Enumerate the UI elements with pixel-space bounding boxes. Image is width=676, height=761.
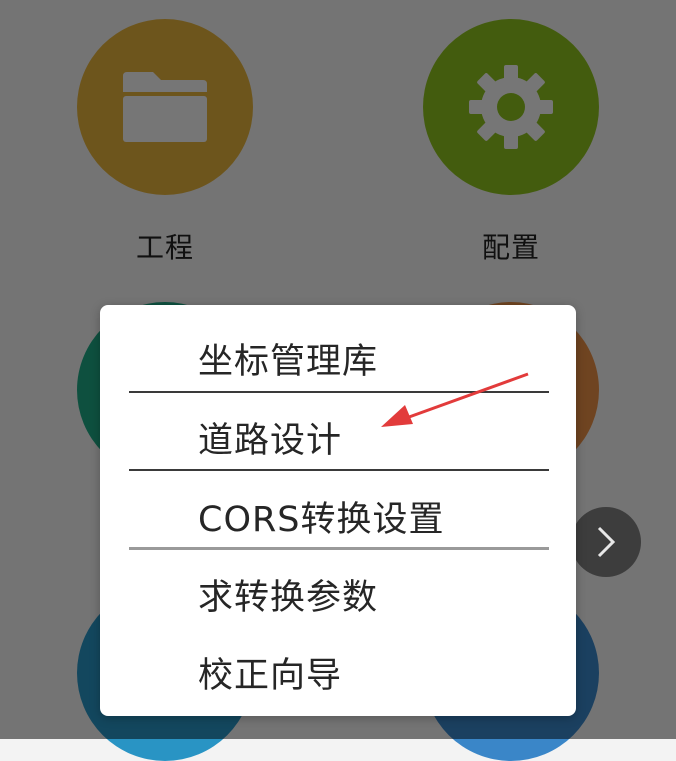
menu-item-road-design[interactable]: 道路设计 xyxy=(198,412,342,463)
menu-item-calibration-wizard[interactable]: 校正向导 xyxy=(198,647,342,698)
menu-divider xyxy=(129,547,549,550)
popup-menu: 坐标管理库 道路设计 CORS转换设置 求转换参数 校正向导 xyxy=(100,305,576,716)
menu-item-coordinate-library[interactable]: 坐标管理库 xyxy=(198,333,378,384)
menu-item-calc-transform-params[interactable]: 求转换参数 xyxy=(198,569,378,620)
menu-item-cors-settings[interactable]: CORS转换设置 xyxy=(198,491,445,542)
next-page-button[interactable] xyxy=(571,507,641,577)
menu-divider xyxy=(129,391,549,393)
chevron-right-icon xyxy=(597,526,616,558)
menu-divider xyxy=(129,469,549,471)
